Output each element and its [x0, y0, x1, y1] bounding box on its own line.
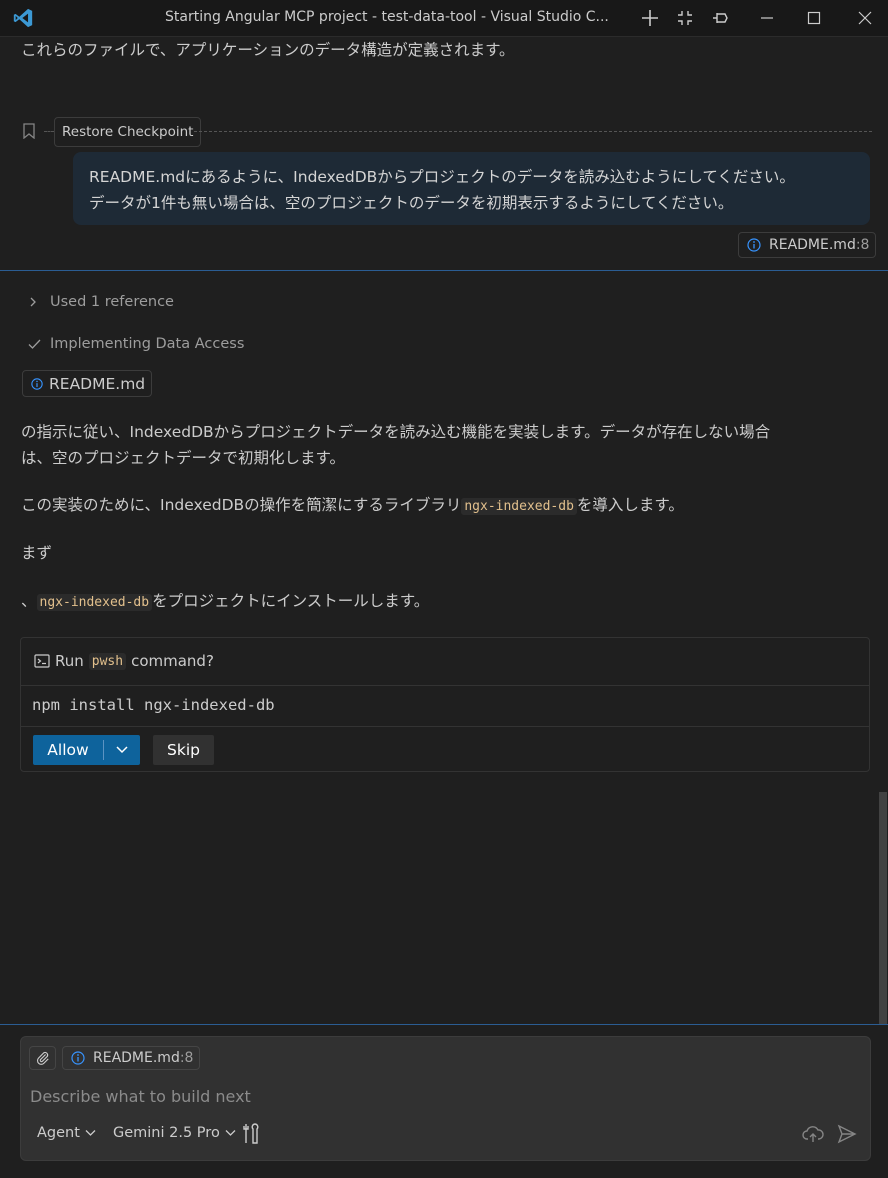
mode-picker[interactable]: Agent [37, 1125, 96, 1141]
attach-context-button[interactable] [29, 1046, 56, 1070]
maximize-icon[interactable] [802, 6, 826, 30]
info-icon [747, 238, 761, 252]
terminal-icon [34, 653, 50, 669]
bookmark-icon [22, 123, 36, 143]
chat-input-placeholder[interactable]: Describe what to build next [30, 1087, 251, 1106]
context-line: :8 [179, 1050, 194, 1066]
used-references-label: Used 1 reference [50, 294, 174, 310]
reference-file: README.md [769, 237, 856, 253]
used-references-toggle[interactable]: Used 1 reference [28, 294, 174, 310]
send-icon[interactable] [837, 1124, 857, 1144]
divider [21, 726, 869, 727]
cloud-upload-icon[interactable] [802, 1124, 824, 1144]
divider [44, 131, 54, 132]
skip-button[interactable]: Skip [153, 735, 214, 765]
response-line: は、空のプロジェクトデータで初期化します。 [21, 449, 345, 467]
scrollbar[interactable] [879, 792, 887, 1024]
chevron-down-icon[interactable] [104, 745, 140, 755]
info-icon [31, 377, 43, 390]
minimize-icon[interactable] [755, 6, 779, 30]
chevron-right-icon [28, 296, 42, 308]
command-text: npm install ngx-indexed-db [32, 696, 275, 714]
run-label: Run [55, 652, 84, 670]
paperclip-icon [36, 1051, 49, 1065]
mode-label: Agent [37, 1125, 80, 1141]
close-icon[interactable] [853, 6, 877, 30]
response-paragraph: この実装のために、IndexedDBの操作を簡潔にするライブラリ ngx-inde… [21, 492, 871, 520]
model-picker[interactable]: Gemini 2.5 Pro [113, 1125, 236, 1141]
file-reference-chip[interactable]: README.md [22, 370, 153, 397]
implementing-step: Implementing Data Access [28, 336, 244, 352]
response-divider [0, 270, 888, 271]
response-text: をプロジェクトにインストールします。 [152, 592, 430, 610]
allow-label: Allow [47, 741, 89, 759]
response-paragraph: の指示に従い、IndexedDBからプロジェクトデータを読み込む機能を実装します… [21, 419, 871, 471]
response-text: この実装のために、IndexedDBの操作を簡潔にするライブラリ [21, 496, 462, 514]
previous-response-text: これらのファイルで、アプリケーションのデータ構造が定義されます。 [21, 41, 515, 59]
divider [194, 131, 872, 132]
new-chat-icon[interactable] [638, 6, 662, 30]
chat-input[interactable]: README.md:8 Describe what to build next … [20, 1036, 871, 1161]
context-file: README.md [93, 1050, 180, 1066]
implementing-label: Implementing Data Access [50, 336, 245, 352]
user-reference-chip[interactable]: README.md:8 [738, 232, 877, 258]
collapse-icon[interactable] [673, 6, 697, 30]
context-chip[interactable]: README.md:8 [62, 1046, 201, 1070]
model-label: Gemini 2.5 Pro [113, 1125, 220, 1141]
chat-panel: これらのファイルで、アプリケーションのデータ構造が定義されます。 Restore… [0, 37, 888, 1024]
run-command-confirmation: Run pwsh command? npm install ngx-indexe… [20, 637, 870, 772]
input-divider [0, 1024, 888, 1025]
chat-input-toolbar: Agent Gemini 2.5 Pro [21, 1123, 870, 1149]
pin-icon[interactable] [708, 6, 732, 30]
divider [21, 685, 869, 686]
response-text: を導入します。 [576, 496, 684, 514]
checkpoint-row: Restore Checkpoint [22, 117, 872, 147]
vscode-logo-icon [12, 7, 34, 29]
response-paragraph: 、 ngx-indexed-db をプロジェクトにインストールします。 [21, 588, 871, 616]
user-message-line: データが1件も無い場合は、空のプロジェクトのデータを初期表示するようにしてくださ… [89, 194, 734, 212]
title-bar: Starting Angular MCP project - test-data… [0, 0, 888, 37]
chevron-down-icon [85, 1129, 96, 1137]
chevron-down-icon [225, 1129, 236, 1137]
info-icon [71, 1051, 85, 1065]
response-text: 、 [21, 592, 37, 610]
file-reference-name: README.md [49, 374, 146, 393]
user-message: README.mdにあるように、IndexedDBからプロジェクトのデータを読み… [73, 152, 870, 225]
response-line: の指示に従い、IndexedDBからプロジェクトデータを読み込む機能を実装します… [21, 423, 771, 441]
run-command-header: Run pwsh command? [34, 652, 214, 670]
allow-button[interactable]: Allow [33, 735, 140, 765]
inline-code: ngx-indexed-db [36, 594, 153, 611]
inline-code: ngx-indexed-db [461, 498, 577, 515]
response-paragraph: まず [21, 544, 53, 562]
tools-icon[interactable] [241, 1123, 261, 1145]
check-icon [28, 338, 42, 350]
reference-line: :8 [855, 237, 870, 253]
shell-name: pwsh [88, 652, 127, 670]
window-title: Starting Angular MCP project - test-data… [165, 9, 609, 25]
user-message-line: README.mdにあるように、IndexedDBからプロジェクトのデータを読み… [89, 168, 795, 186]
command-label: command? [131, 652, 214, 670]
restore-checkpoint-button[interactable]: Restore Checkpoint [54, 117, 202, 147]
